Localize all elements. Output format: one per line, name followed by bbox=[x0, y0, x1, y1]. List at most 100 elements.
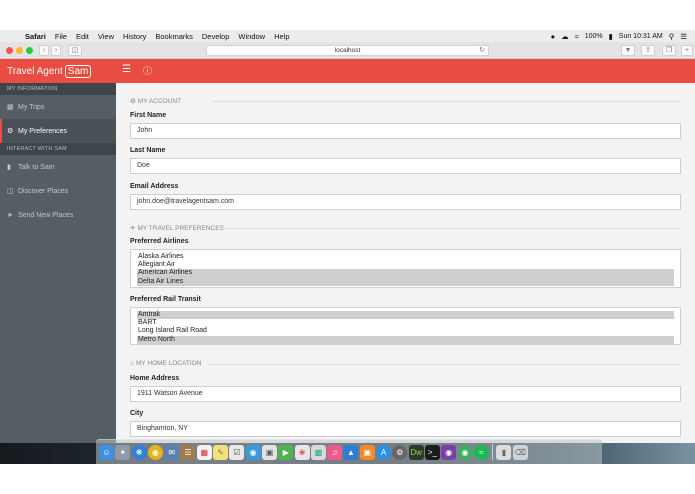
rail-option-metro-north[interactable]: Metro North bbox=[137, 335, 674, 344]
spotify-icon[interactable]: ≈ bbox=[473, 444, 489, 460]
launchpad-icon[interactable]: ✦ bbox=[115, 444, 131, 460]
battery-percent[interactable]: 100% bbox=[585, 33, 603, 40]
sidebar-toggle-button[interactable]: ◫ bbox=[68, 45, 82, 56]
app-store-icon[interactable]: A bbox=[376, 444, 392, 460]
airline-option-american[interactable]: American Airlines bbox=[137, 269, 674, 278]
wifi-icon[interactable]: ≈ bbox=[575, 32, 579, 41]
menu-view[interactable]: View bbox=[98, 32, 114, 41]
reminders-icon[interactable]: ☑ bbox=[229, 444, 245, 460]
home-address-field[interactable]: 1911 Watson Avenue bbox=[130, 386, 681, 402]
finder-icon[interactable]: ☺ bbox=[99, 444, 114, 460]
preferred-airlines-label: Preferred Airlines bbox=[130, 238, 189, 245]
dreamweaver-icon[interactable]: Dw bbox=[408, 444, 424, 460]
email-field[interactable]: john.doe@travelagentsam.com bbox=[130, 194, 681, 210]
clock[interactable]: Sun 10:31 AM bbox=[619, 33, 663, 40]
github-icon[interactable]: ◉ bbox=[441, 444, 457, 460]
sidebar-item-discover-places[interactable]: ◫ Discover Places bbox=[0, 179, 116, 203]
sourcetree-icon[interactable]: ◉ bbox=[457, 444, 473, 460]
preview-icon[interactable]: ▣ bbox=[261, 444, 277, 460]
menu-toggle-icon[interactable]: ☰ bbox=[122, 64, 131, 75]
downloads-stack-icon[interactable]: ▮ bbox=[496, 444, 512, 460]
forward-button[interactable]: › bbox=[51, 45, 61, 56]
zoom-window-button[interactable] bbox=[26, 47, 33, 54]
status-app-icon[interactable]: ● bbox=[551, 32, 556, 41]
airline-option-allegiant[interactable]: Allegiant Air bbox=[137, 261, 674, 269]
contacts-icon[interactable]: ☰ bbox=[180, 444, 196, 460]
brand-logo[interactable]: Travel Agent Sam bbox=[7, 65, 92, 78]
rail-option-amtrak[interactable]: Amtrak bbox=[137, 311, 674, 320]
menu-extras: ● ☁ ≈ 100% ▮ Sun 10:31 AM ⚲ ☰ bbox=[551, 30, 687, 42]
minimize-window-button[interactable] bbox=[16, 47, 23, 54]
notes-icon[interactable]: ✎ bbox=[213, 444, 229, 460]
calendar-icon[interactable]: ▦ bbox=[196, 444, 212, 460]
reload-icon[interactable]: ↻ bbox=[479, 46, 485, 56]
notification-center-icon[interactable]: ☰ bbox=[680, 32, 687, 41]
plane-icon: ✈ bbox=[130, 225, 136, 232]
new-tab-button[interactable]: + bbox=[681, 45, 693, 56]
system-preferences-icon[interactable]: ⚙ bbox=[392, 444, 408, 460]
numbers-icon[interactable]: ▩ bbox=[310, 444, 326, 460]
first-name-field[interactable]: John bbox=[130, 123, 681, 139]
preferred-rail-label: Preferred Rail Transit bbox=[130, 296, 201, 303]
downloads-button[interactable]: ▼ bbox=[621, 45, 635, 56]
rail-option-lirr[interactable]: Long Island Rail Road bbox=[137, 327, 674, 335]
preferred-airlines-select[interactable]: Alaska Airlines Allegiant Air American A… bbox=[130, 249, 681, 288]
menu-develop[interactable]: Develop bbox=[202, 32, 230, 41]
messages-icon[interactable]: ◉ bbox=[245, 444, 261, 460]
home-address-label: Home Address bbox=[130, 375, 180, 382]
gear-icon: ⚙ bbox=[7, 128, 14, 135]
address-bar[interactable]: localhost ↻ bbox=[206, 45, 489, 56]
sidebar-item-label: Discover Places bbox=[18, 187, 69, 195]
main-content: ⚙ MY ACCOUNT First Name John Last Name D… bbox=[116, 83, 695, 443]
menu-file[interactable]: File bbox=[55, 32, 67, 41]
airline-option-delta[interactable]: Delta Air Lines bbox=[137, 277, 674, 286]
sidebar-section-info: MY INFORMATION bbox=[0, 83, 116, 95]
share-button[interactable]: ⇧ bbox=[641, 45, 655, 56]
battery-icon[interactable]: ▮ bbox=[609, 32, 613, 41]
menu-window[interactable]: Window bbox=[238, 32, 265, 41]
sidebar-item-talk-to-sam[interactable]: ▮ Talk to Sam bbox=[0, 155, 116, 179]
last-name-field[interactable]: Doe bbox=[130, 158, 681, 174]
app-header: Travel Agent Sam ☰ ⓘ bbox=[0, 59, 695, 83]
sidebar-item-my-preferences[interactable]: ⚙ My Preferences bbox=[0, 119, 116, 143]
photos-icon[interactable]: ❀ bbox=[294, 444, 310, 460]
sidebar-item-my-trips[interactable]: ▦ My Trips bbox=[0, 95, 116, 119]
menu-help[interactable]: Help bbox=[274, 32, 289, 41]
menu-app-name[interactable]: Safari bbox=[25, 32, 46, 41]
sidebar-item-send-new-places[interactable]: ➤ Send New Places bbox=[0, 203, 116, 227]
section-heading-label: MY ACCOUNT bbox=[137, 97, 182, 105]
tabs-button[interactable]: ❐ bbox=[662, 45, 676, 56]
section-divider bbox=[208, 364, 681, 365]
cloud-icon[interactable]: ☁ bbox=[561, 32, 569, 41]
chrome-icon[interactable]: ◉ bbox=[147, 444, 163, 460]
plus-icon: + bbox=[684, 47, 690, 54]
section-divider bbox=[212, 101, 681, 102]
section-heading-label: MY HOME LOCATION bbox=[135, 360, 202, 367]
itunes-icon[interactable]: ♫ bbox=[327, 444, 343, 460]
grid-icon: ▦ bbox=[7, 104, 14, 111]
menu-history[interactable]: History bbox=[123, 32, 146, 41]
trash-icon[interactable]: ⌫ bbox=[512, 444, 528, 460]
section-divider bbox=[223, 228, 681, 229]
preferred-rail-select[interactable]: Amtrak BART Long Island Rail Road Metro … bbox=[130, 307, 681, 345]
facetime-icon[interactable]: ▶ bbox=[278, 444, 294, 460]
bottom-margin bbox=[0, 464, 695, 494]
close-window-button[interactable] bbox=[6, 47, 13, 54]
menu-edit[interactable]: Edit bbox=[76, 32, 89, 41]
info-icon[interactable]: ⓘ bbox=[143, 64, 152, 77]
back-button[interactable]: ‹ bbox=[39, 45, 49, 56]
screen: Safari File Edit View History Bookmarks … bbox=[0, 0, 695, 494]
mail-icon[interactable]: ✉ bbox=[164, 444, 180, 460]
brand-boxed: Sam bbox=[64, 65, 92, 78]
ibooks-icon[interactable]: ▣ bbox=[359, 444, 375, 460]
airline-option-alaska[interactable]: Alaska Airlines bbox=[137, 253, 674, 261]
chevron-right-icon: › bbox=[54, 47, 58, 54]
menu-bookmarks[interactable]: Bookmarks bbox=[155, 32, 193, 41]
terminal-icon[interactable]: >_ bbox=[424, 444, 440, 460]
sidebar-item-label: Send New Places bbox=[18, 211, 74, 219]
safari-icon[interactable]: ❋ bbox=[131, 444, 147, 460]
keynote-icon[interactable]: ▲ bbox=[343, 444, 359, 460]
spotlight-icon[interactable]: ⚲ bbox=[669, 32, 675, 41]
rail-option-bart[interactable]: BART bbox=[137, 319, 674, 327]
city-field[interactable]: Binghamton, NY bbox=[130, 421, 681, 437]
